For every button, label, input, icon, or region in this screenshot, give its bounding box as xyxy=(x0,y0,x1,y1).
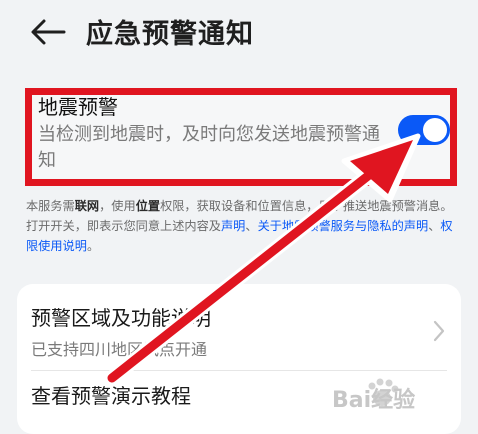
list-item-warning-area[interactable]: 预警区域及功能说明 已支持四川地区试点开通 xyxy=(17,302,461,372)
notice-text: 本服务需 xyxy=(26,199,75,213)
service-notice: 本服务需联网，使用位置权限，获取设备和位置信息，用于推送地震预警消息。打开开关，… xyxy=(26,196,456,256)
notice-bold: 联网 xyxy=(74,199,100,213)
list-item-subtitle: 已支持四川地区试点开通 xyxy=(31,340,208,359)
back-arrow-icon[interactable] xyxy=(28,14,68,50)
notice-bold: 位置 xyxy=(135,199,161,213)
earthquake-warning-toggle[interactable] xyxy=(398,115,450,145)
notice-text: 。 xyxy=(86,239,100,253)
watermark: Bai经验 xyxy=(332,374,472,414)
earthquake-warning-row: 地震预警 当检测到地震时，及时向您发送地震预警通知 xyxy=(25,88,457,186)
privacy-statement-link[interactable]: 关于地震预警服务与隐私的声明 xyxy=(258,219,429,233)
notice-text: ，使用 xyxy=(99,199,136,213)
list-item-title: 查看预警演示教程 xyxy=(31,384,191,408)
page-title: 应急预警通知 xyxy=(86,19,254,50)
watermark-text: Bai经验 xyxy=(332,388,416,413)
earthquake-warning-description: 当检测到地震时，及时向您发送地震预警通知 xyxy=(38,124,380,171)
list-item-title: 预警区域及功能说明 xyxy=(31,306,211,330)
header-bar: 应急预警通知 xyxy=(0,0,478,64)
notice-separator: 、 xyxy=(245,219,258,233)
earthquake-warning-title: 地震预警 xyxy=(38,95,118,119)
statement-link[interactable]: 声明 xyxy=(221,219,245,233)
list-divider xyxy=(31,370,447,371)
toggle-knob xyxy=(423,118,447,142)
notice-separator: 、 xyxy=(428,219,441,233)
chevron-right-icon xyxy=(433,320,445,342)
